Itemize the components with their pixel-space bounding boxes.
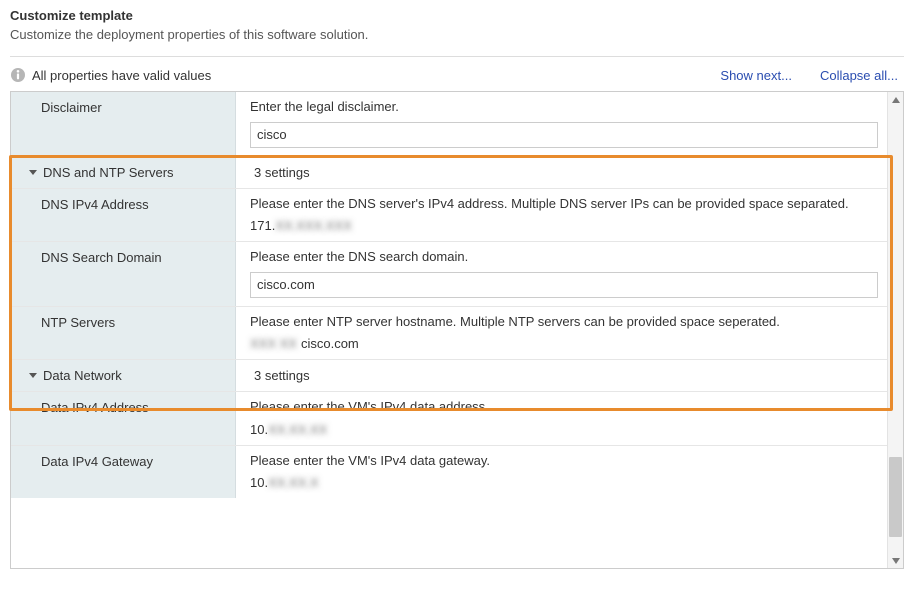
row-dns-ipv4: DNS IPv4 Address Please enter the DNS se… [11, 189, 888, 243]
desc-data-gw: Please enter the VM's IPv4 data gateway. [250, 452, 878, 470]
section-data-network-count: 3 settings [250, 366, 878, 383]
info-icon [10, 67, 26, 83]
row-disclaimer: Disclaimer Enter the legal disclaimer. [11, 92, 888, 157]
row-ntp: NTP Servers Please enter NTP server host… [11, 307, 888, 361]
data-ipv4-value-prefix: 10. [250, 422, 268, 437]
section-dns-ntp-count: 3 settings [250, 163, 878, 180]
show-next-link[interactable]: Show next... [720, 68, 792, 83]
scrollbar-track[interactable] [888, 107, 903, 553]
label-data-ipv4: Data IPv4 Address [11, 392, 236, 445]
row-data-gw: Data IPv4 Gateway Please enter the VM's … [11, 446, 888, 499]
row-dns-domain: DNS Search Domain Please enter the DNS s… [11, 242, 888, 307]
scrollbar-thumb[interactable] [889, 457, 902, 537]
page-subtitle: Customize the deployment properties of t… [10, 27, 904, 42]
input-data-gw[interactable]: 10.XX.XX.X [250, 475, 878, 490]
header-separator [10, 56, 904, 57]
label-ntp: NTP Servers [11, 307, 236, 360]
properties-grid: Disclaimer Enter the legal disclaimer. D… [10, 91, 904, 569]
page-title: Customize template [10, 8, 904, 23]
chevron-down-icon [29, 170, 37, 175]
desc-ntp: Please enter NTP server hostname. Multip… [250, 313, 878, 331]
triangle-down-icon [892, 558, 900, 564]
chevron-down-icon [29, 373, 37, 378]
input-data-ipv4[interactable]: 10.XX.XX.XX [250, 422, 878, 437]
input-disclaimer[interactable] [250, 122, 878, 148]
label-disclaimer: Disclaimer [11, 92, 236, 156]
label-dns-domain: DNS Search Domain [11, 242, 236, 306]
input-dns-domain[interactable] [250, 272, 878, 298]
data-ipv4-value-hidden: XX.XX.XX [268, 422, 327, 437]
dns-ipv4-value-hidden: XX.XXX.XXX [275, 218, 352, 233]
collapse-all-link[interactable]: Collapse all... [820, 68, 898, 83]
vertical-scrollbar[interactable] [887, 92, 903, 568]
scroll-down-button[interactable] [888, 553, 903, 568]
status-message: All properties have valid values [32, 68, 211, 83]
data-gw-value-hidden: XX.XX.X [268, 475, 319, 490]
dns-ipv4-value-prefix: 171. [250, 218, 275, 233]
data-gw-value-prefix: 10. [250, 475, 268, 490]
scroll-up-button[interactable] [888, 92, 903, 107]
input-dns-ipv4[interactable]: 171.XX.XXX.XXX [250, 218, 878, 233]
desc-disclaimer: Enter the legal disclaimer. [250, 98, 878, 116]
section-data-network-label: Data Network [43, 368, 122, 383]
desc-dns-domain: Please enter the DNS search domain. [250, 248, 878, 266]
section-dns-ntp[interactable]: DNS and NTP Servers 3 settings [11, 157, 888, 189]
ntp-value-suffix: cisco.com [301, 336, 359, 351]
row-data-ipv4: Data IPv4 Address Please enter the VM's … [11, 392, 888, 446]
desc-dns-ipv4: Please enter the DNS server's IPv4 addre… [250, 195, 878, 213]
status-bar: All properties have valid values Show ne… [10, 65, 904, 85]
input-ntp[interactable]: XXX XX cisco.com [250, 336, 878, 351]
label-dns-ipv4: DNS IPv4 Address [11, 189, 236, 242]
desc-data-ipv4: Please enter the VM's IPv4 data address. [250, 398, 878, 416]
section-dns-ntp-label: DNS and NTP Servers [43, 165, 174, 180]
ntp-value-hidden: XXX XX [250, 336, 297, 351]
triangle-up-icon [892, 97, 900, 103]
label-data-gw: Data IPv4 Gateway [11, 446, 236, 499]
section-data-network[interactable]: Data Network 3 settings [11, 360, 888, 392]
